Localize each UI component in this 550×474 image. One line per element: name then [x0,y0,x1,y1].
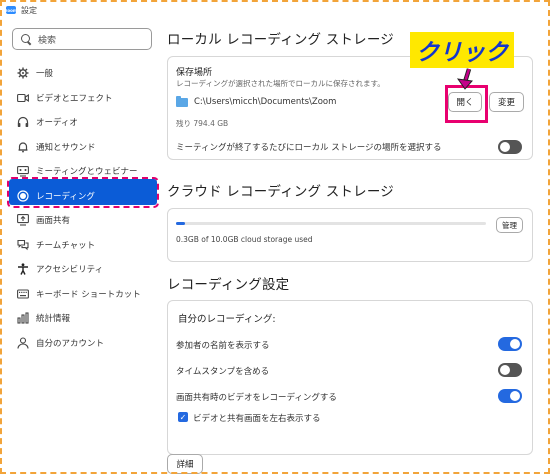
account-icon [17,337,29,349]
sidebar-item-label: 画面共有 [36,216,71,227]
sidebar-item-label: チームチャット [36,240,96,251]
zoom-app-icon: zoom [5,6,17,14]
choose-location-label: ミーティングが終了するたびにローカル ストレージの場所を選択する [176,143,442,153]
cloud-storage-heading: クラウド レコーディング ストレージ [167,184,394,200]
annotation-arrow-icon [456,68,473,90]
cloud-usage-bar [176,222,486,225]
sidebar-item-video[interactable]: ビデオとエフェクト [2,86,162,111]
cloud-usage-text: 0.3GB of 10.0GB cloud storage used [176,235,313,244]
bell-icon [17,141,29,153]
search-icon [21,33,32,45]
sidebar-item-label: 通知とサウンド [36,142,96,153]
sidebar-nav: 一般 ビデオとエフェクト オーディオ 通知とサウンド ミーティングとウェビナー [2,61,162,355]
save-location-description: レコーディングが選択された場所でローカルに保存されます。 [176,79,385,88]
sidebar-item-label: キーボード ショートカット [36,289,141,300]
record-video-toggle[interactable] [498,389,522,403]
video-camera-icon [17,92,29,104]
manage-button[interactable]: 管理 [496,217,523,233]
my-recording-subheading: 自分のレコーディング: [178,314,276,325]
annotation-highlight-open [445,85,488,123]
chat-icon [17,239,29,251]
window-title: 設定 [21,5,37,15]
sidebar-item-accessibility[interactable]: アクセシビリティ [2,257,162,282]
sidebar-item-screen-share[interactable]: 画面共有 [2,208,162,233]
save-location-title: 保存場所 [176,68,213,78]
show-names-label: 参加者の名前を表示する [176,341,270,351]
change-folder-button[interactable]: 変更 [489,92,524,112]
choose-location-toggle[interactable] [498,140,522,154]
sidebar-item-meetings[interactable]: ミーティングとウェビナー [2,159,162,184]
headphones-icon [17,116,29,128]
sidebar-item-label: レコーディング [36,191,95,202]
gear-icon [17,67,29,79]
share-screen-icon [17,214,29,226]
recording-settings-card: 自分のレコーディング: 参加者の名前を表示する タイムスタンプを含める 画面共有… [167,300,533,455]
sidebar-item-general[interactable]: 一般 [2,61,162,86]
side-by-side-label: ビデオと共有画面を左右表示する [193,414,321,424]
main-panel: ローカル レコーディング ストレージ 保存場所 レコーディングが選択された場所で… [162,18,548,474]
sidebar-item-team-chat[interactable]: チームチャット [2,233,162,258]
save-path: C:\Users\micch\Documents\Zoom [194,97,337,107]
sidebar-item-label: アクセシビリティ [36,265,104,276]
sidebar-item-label: オーディオ [36,118,78,129]
record-icon [17,190,29,202]
sidebar-item-audio[interactable]: オーディオ [2,110,162,135]
meeting-icon [17,165,29,177]
recording-settings-heading: レコーディング設定 [167,277,290,293]
sidebar: 検索 一般 ビデオとエフェクト オーディオ 通知とサウンド ミーティングとウェビ… [2,18,162,472]
search-input[interactable]: 検索 [12,28,152,50]
keyboard-icon [17,288,29,300]
accessibility-icon [17,263,29,276]
sidebar-item-notifications[interactable]: 通知とサウンド [2,135,162,160]
show-names-toggle[interactable] [498,337,522,351]
sidebar-item-account[interactable]: 自分のアカウント [2,331,162,356]
save-path-row: C:\Users\micch\Documents\Zoom [176,93,436,111]
sidebar-item-label: 一般 [36,69,54,80]
timestamp-label: タイムスタンプを含める [176,367,270,377]
side-by-side-checkbox[interactable]: ✓ [178,412,188,422]
cloud-usage-fill [176,222,186,225]
remaining-space: 残り 794.4 GB [176,119,229,128]
sidebar-item-label: 統計情報 [36,314,71,325]
sidebar-item-statistics[interactable]: 統計情報 [2,306,162,331]
title-bar: zoom 設定 [2,2,548,18]
sidebar-item-label: ビデオとエフェクト [36,93,113,104]
timestamp-toggle[interactable] [498,363,522,377]
details-button[interactable]: 詳細 [167,454,203,474]
sidebar-item-recording[interactable]: レコーディング [2,184,162,209]
search-placeholder: 検索 [38,35,57,46]
folder-icon [176,95,188,107]
cloud-storage-card: 管理 0.3GB of 10.0GB cloud storage used [167,208,533,262]
sidebar-item-keyboard-shortcuts[interactable]: キーボード ショートカット [2,282,162,307]
annotation-click-label: クリック [410,32,514,68]
local-storage-heading: ローカル レコーディング ストレージ [167,32,394,48]
record-video-label: 画面共有時のビデオをレコーディングする [176,393,337,403]
statistics-icon [17,312,29,324]
sidebar-item-label: ミーティングとウェビナー [36,167,138,178]
sidebar-item-label: 自分のアカウント [36,338,105,349]
